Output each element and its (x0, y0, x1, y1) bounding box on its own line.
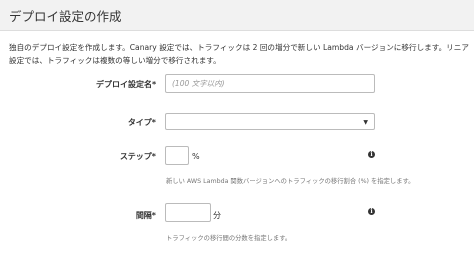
type-label: タイプ* (127, 118, 156, 127)
interval-minutes-input[interactable] (165, 203, 211, 222)
interval-label: 間隔* (135, 211, 156, 220)
info-icon[interactable]: i (368, 208, 375, 215)
chevron-down-icon: ▼ (363, 119, 368, 126)
type-select[interactable]: ▼ (165, 113, 375, 130)
deployment-config-name-input[interactable] (165, 74, 375, 93)
step-unit: % (192, 152, 200, 161)
dialog-header: デプロイ設定の作成 (0, 0, 474, 31)
step-label: ステップ* (119, 152, 156, 161)
description-text: 独自のデプロイ設定を作成します。Canary 設定では、トラフィックは 2 回の… (9, 43, 469, 65)
interval-unit: 分 (213, 211, 221, 220)
step-help-text: 新しい AWS Lambda 関数バージョンへのトラフィックの移行割合 (%) … (166, 178, 415, 185)
name-label: デプロイ設定名* (96, 80, 157, 89)
interval-help-text: トラフィックの移行間の分数を指定します。 (166, 235, 292, 242)
info-icon[interactable]: i (368, 151, 375, 158)
step-percent-input[interactable] (165, 146, 189, 165)
page-title: デプロイ設定の作成 (9, 9, 122, 24)
